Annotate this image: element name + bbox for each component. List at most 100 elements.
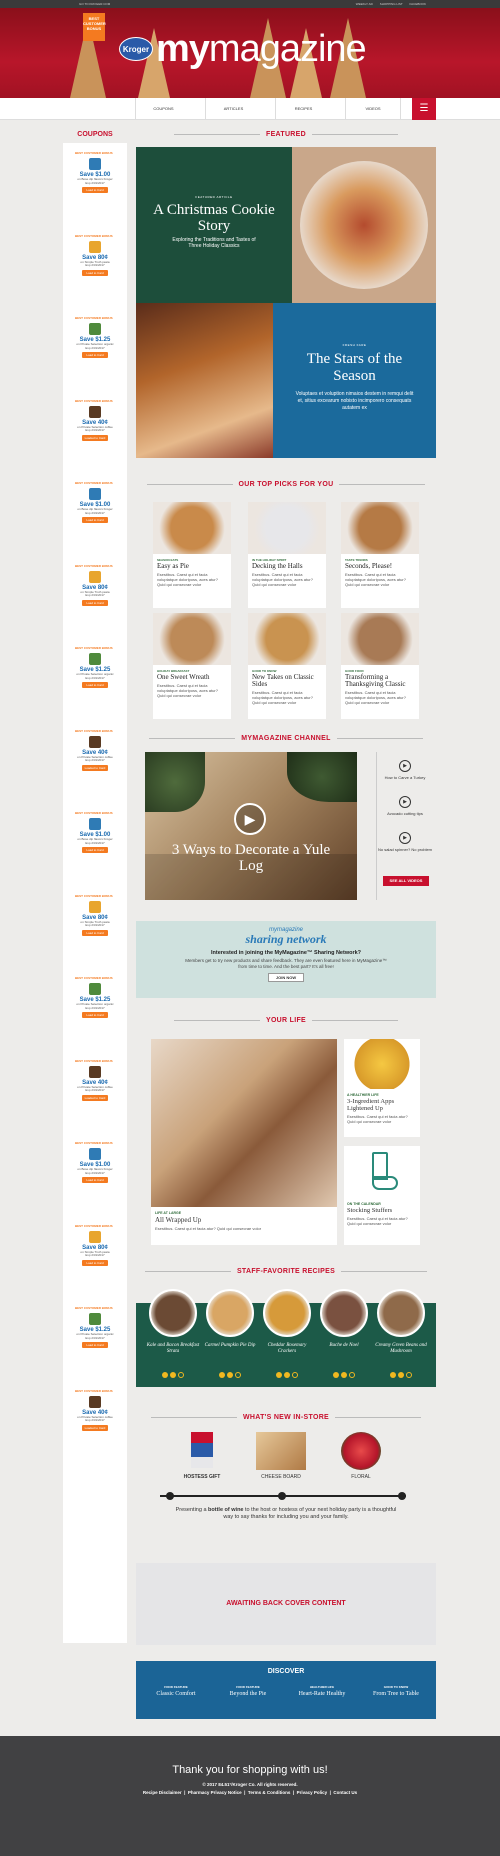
weekly-ad-link[interactable]: WEEKLY AD	[356, 2, 373, 6]
load-to-card-button[interactable]: Load to Card	[82, 352, 108, 358]
load-to-card-button[interactable]: Load to Card	[82, 269, 108, 276]
card-kicker: A HEALTHIER LIFE	[347, 1093, 379, 1097]
load-to-card-button[interactable]: Load to Card	[82, 1177, 108, 1183]
recipe-name[interactable]: Creamy Green Beans and Mushroom	[372, 1343, 430, 1355]
recipe-name[interactable]: Kale and Bacon Breakfast Strata	[144, 1343, 202, 1355]
store-slider-dot[interactable]	[398, 1492, 406, 1500]
your-life-main-card[interactable]: LIFE AT LARGE All Wrapped Up Esestibus. …	[151, 1039, 337, 1245]
coupon-card[interactable]: BEST CUSTOMER BONUS Save $1.00 on Bose dip…	[63, 1141, 127, 1219]
discover-item-1[interactable]: FOOD FEATURE Classic Comfort	[146, 1685, 206, 1698]
discover-item-2[interactable]: FOOD FEATURE Beyond the Pie	[218, 1685, 278, 1698]
recipe-disclaimer-link[interactable]: Recipe Disclaimer	[143, 1790, 182, 1795]
recipe-photo[interactable]	[149, 1289, 197, 1337]
store-item-floral[interactable]: FLORAL	[331, 1432, 391, 1480]
nav-coupons[interactable]: COUPONS	[135, 98, 191, 120]
load-to-card-button[interactable]: Load to Card	[82, 1259, 108, 1266]
card-kicker: LIFE AT LARGE	[155, 1211, 182, 1215]
contact-us-link[interactable]: Contact Us	[333, 1790, 357, 1795]
recipe-name[interactable]: Buche de Noel	[315, 1343, 373, 1349]
top-pick-card[interactable]: IN THE HOLIDAY SPIRIT Decking the Halls Es…	[248, 502, 326, 608]
recipe-name[interactable]: Cheddar Rosemary Crackers	[258, 1343, 316, 1355]
coupon-card[interactable]: BEST CUSTOMER BONUS Save 80¢ on Simple Tru…	[63, 564, 127, 642]
coupon-card[interactable]: BEST CUSTOMER BONUS Save $1.25 on Private …	[63, 976, 127, 1054]
coupon-card[interactable]: BEST CUSTOMER BONUS Save 80¢ on Simple Tru…	[63, 1224, 127, 1302]
load-to-card-button[interactable]: Load to Card	[82, 682, 108, 688]
coupon-card[interactable]: BEST CUSTOMER BONUS Save $1.00 on Bose dip…	[63, 481, 127, 559]
featured-kicker-2: FRESH FARE	[342, 343, 367, 347]
load-to-card-button[interactable]: Load to Card	[82, 1012, 108, 1018]
kroger-logo[interactable]: Kroger	[119, 37, 153, 61]
coupon-best-label: BEST CUSTOMER BONUS	[75, 1058, 113, 1063]
coupon-expiry: Exp 2/31/2017	[85, 923, 105, 927]
top-pick-card[interactable]: GOOD TO KNOW New Takes on Classic Sides Es…	[248, 613, 326, 719]
coupon-card[interactable]: BEST CUSTOMER BONUS Save 40¢ on Private Se…	[63, 1389, 127, 1467]
nav-articles[interactable]: ARTICLES	[205, 98, 261, 120]
coupon-card[interactable]: BEST CUSTOMER BONUS Save 40¢ on Private Se…	[63, 399, 127, 477]
load-to-card-button[interactable]: Load to Card	[82, 1342, 108, 1348]
recipe-name[interactable]: Carmel Pumpkin Pie Dip	[201, 1343, 259, 1349]
load-to-card-button[interactable]: Loaded to Card	[82, 1094, 108, 1101]
recipe-action-icons[interactable]	[144, 1365, 202, 1383]
shopping-list-link[interactable]: SHOPPING LIST	[380, 2, 403, 6]
discover-item-3[interactable]: HEALTHIER LIFE Heart-Rate Healthy	[292, 1685, 352, 1698]
load-to-card-button[interactable]: Loaded to Card	[82, 434, 108, 441]
coupon-card[interactable]: BEST CUSTOMER BONUS Save $1.00 on Bose dip…	[63, 151, 127, 229]
facebook-link[interactable]: FACEBOOK	[409, 2, 426, 6]
recipe-photo[interactable]	[320, 1289, 368, 1337]
top-pick-card[interactable]: HOLIDAY BREAKFAST One Sweet Wreath Esestib…	[153, 613, 231, 719]
coupon-card[interactable]: BEST CUSTOMER BONUS Save $1.25 on Private …	[63, 316, 127, 394]
recipe-action-icons[interactable]	[258, 1365, 316, 1383]
video-link-3[interactable]: ▶ No salad spinner? No problem	[375, 832, 435, 852]
recipe-action-icons[interactable]	[201, 1365, 259, 1383]
terms-link[interactable]: Terms & Conditions	[248, 1790, 290, 1795]
discover-item-4[interactable]: GOOD TO KNOW From Tree to Table	[366, 1685, 426, 1698]
footer-copyright: © 2017 84.51°/Kroger Co. All rights rese…	[202, 1782, 298, 1787]
top-pick-card[interactable]: TASTE TRENDS Seconds, Please! Esestibus. C…	[341, 502, 419, 608]
coupon-product-image	[89, 900, 101, 913]
coupon-card[interactable]: BEST CUSTOMER BONUS Save $1.25 on Private …	[63, 1306, 127, 1384]
nav-recipes[interactable]: RECIPES	[275, 98, 331, 120]
recipe-action-icons[interactable]	[315, 1365, 373, 1383]
recipe-photo[interactable]	[263, 1289, 311, 1337]
pharmacy-privacy-link[interactable]: Pharmacy Privacy Notice	[188, 1790, 242, 1795]
join-now-button[interactable]: JOIN NOW	[268, 973, 304, 982]
store-item-hostess-gift[interactable]: HOSTESS GIFT	[172, 1432, 232, 1480]
coupon-card[interactable]: BEST CUSTOMER BONUS Save 40¢ on Private Se…	[63, 729, 127, 807]
store-item-cheese-board[interactable]: CHEESE BOARD	[251, 1432, 311, 1480]
store-slider-dot[interactable]	[166, 1492, 174, 1500]
store-item-label: FLORAL	[351, 1474, 371, 1480]
load-to-card-button[interactable]: Load to Card	[82, 847, 108, 853]
staff-recipes-heading: STAFF-FAVORITE RECIPES	[136, 1268, 436, 1275]
load-to-card-button[interactable]: Load to Card	[82, 517, 108, 523]
coupon-best-label: BEST CUSTOMER BONUS	[75, 563, 113, 568]
top-pick-card[interactable]: GOOD FOOD Transforming a Thanksgiving Cla…	[341, 613, 419, 719]
featured-story-cookies[interactable]: FEATURED ARTICLE A Christmas Cookie Stor…	[136, 147, 292, 303]
video-link-2[interactable]: ▶ Avocado cutting tips	[375, 796, 435, 816]
hamburger-icon[interactable]: ☰	[412, 98, 436, 120]
featured-story-stars[interactable]: FRESH FARE The Stars of the Season Volup…	[273, 303, 436, 458]
load-to-card-button[interactable]: Loaded to Card	[82, 764, 108, 771]
play-icon[interactable]: ▶	[234, 803, 266, 835]
coupon-expiry: Exp 2/31/2017	[85, 428, 105, 432]
load-to-card-button[interactable]: Load to Card	[82, 929, 108, 936]
coupon-card[interactable]: BEST CUSTOMER BONUS Save $1.00 on Bose dip…	[63, 811, 127, 889]
coupon-card[interactable]: BEST CUSTOMER BONUS Save $1.25 on Private …	[63, 646, 127, 724]
see-all-videos-button[interactable]: SEE ALL VIDEOS	[383, 876, 429, 886]
coupon-card[interactable]: BEST CUSTOMER BONUS Save 80¢ on Simple Tru…	[63, 894, 127, 972]
coupon-card[interactable]: BEST CUSTOMER BONUS Save 40¢ on Private Se…	[63, 1059, 127, 1137]
coupon-card[interactable]: BEST CUSTOMER BONUS Save 80¢ on Simple Tru…	[63, 234, 127, 312]
recipe-photo[interactable]	[377, 1289, 425, 1337]
your-life-card-stocking[interactable]: ON THE CALENDAR Stocking Stuffers Esesti…	[344, 1146, 420, 1245]
recipe-photo[interactable]	[206, 1289, 254, 1337]
privacy-policy-link[interactable]: Privacy Policy	[297, 1790, 328, 1795]
recipe-action-icons[interactable]	[372, 1365, 430, 1383]
load-to-card-button[interactable]: Loaded to Card	[82, 1424, 108, 1431]
nav-videos[interactable]: VIDEOS	[345, 98, 401, 120]
load-to-card-button[interactable]: Load to Card	[82, 599, 108, 606]
load-to-card-button[interactable]: Load to Card	[82, 187, 108, 193]
top-pick-card[interactable]: SEASON EATS Easy as Pie Esestibus. Caest q…	[153, 502, 231, 608]
store-slider-dot[interactable]	[278, 1492, 286, 1500]
kroger-link[interactable]: GO TO KROGER.COM	[79, 0, 110, 8]
your-life-card-apps[interactable]: A HEALTHIER LIFE 3-Ingredient Apps Light…	[344, 1039, 420, 1137]
video-link-1[interactable]: ▶ How to Carve a Turkey	[375, 760, 435, 780]
